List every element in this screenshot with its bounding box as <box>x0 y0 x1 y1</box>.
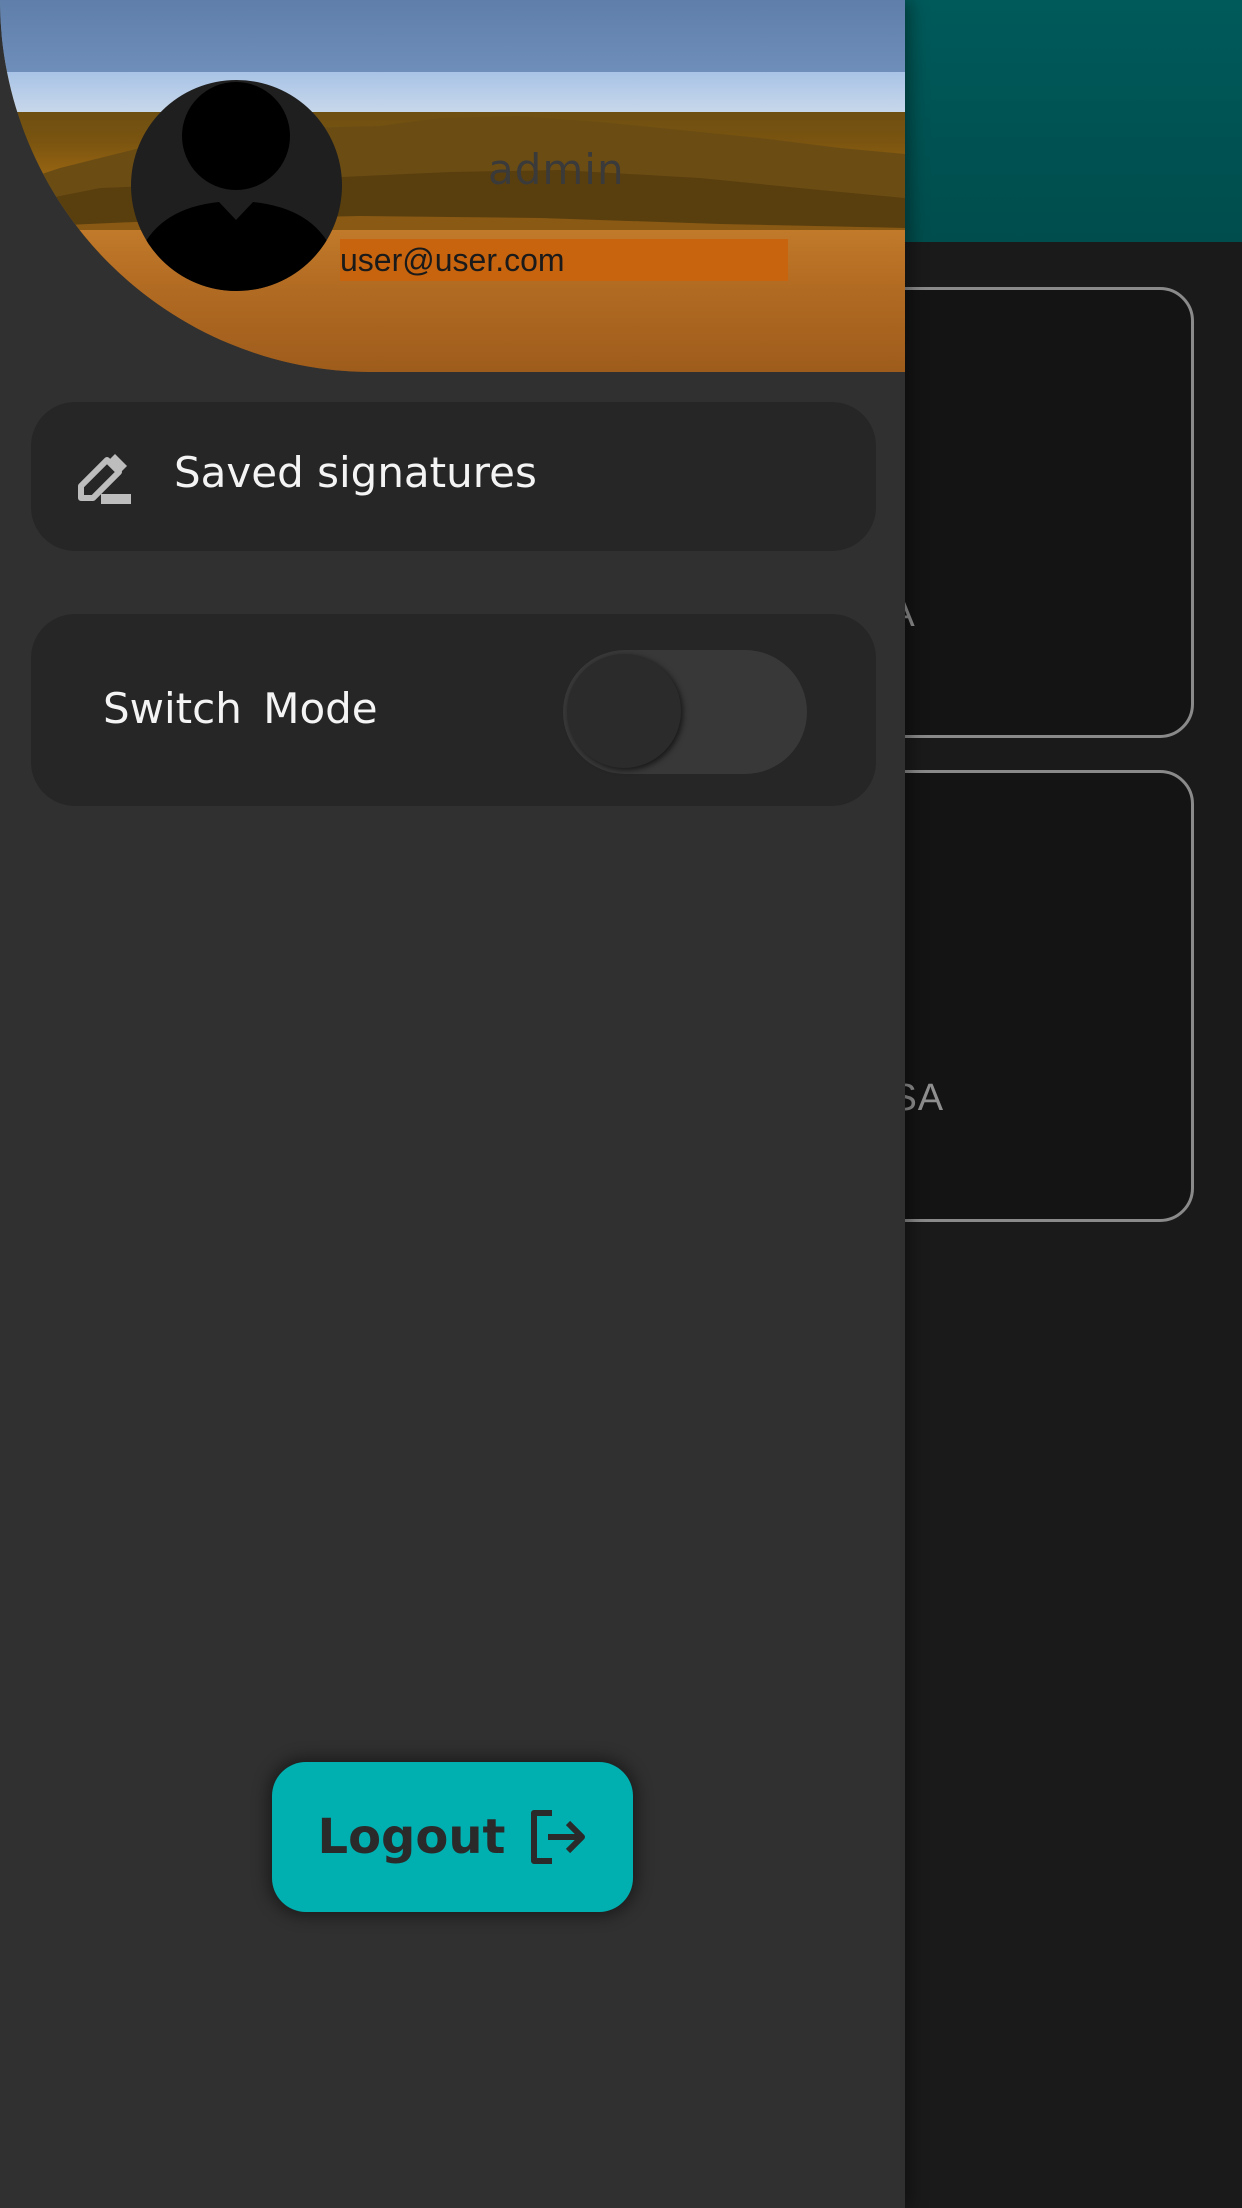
logout-label: Logout <box>317 1809 506 1865</box>
app-screen: SA USA admin user@user.com <box>0 0 1242 2208</box>
user-name: admin <box>488 145 625 194</box>
header-sky <box>0 0 905 72</box>
background-card[interactable]: USA <box>860 770 1194 1222</box>
logout-exit-icon <box>530 1810 585 1864</box>
switch-mode-label: Switch Mode <box>103 684 378 733</box>
saved-signatures-item[interactable]: Saved signatures <box>31 402 876 551</box>
user-silhouette-icon <box>131 82 342 291</box>
logout-button[interactable]: Logout <box>272 1762 633 1912</box>
switch-mode-toggle[interactable] <box>563 650 807 774</box>
header-sky-band <box>0 72 905 112</box>
switch-mode-item: Switch Mode <box>31 614 876 806</box>
user-email: user@user.com <box>340 239 788 281</box>
navigation-drawer: admin user@user.com Saved signatures Swi… <box>0 0 905 2208</box>
toggle-knob <box>567 654 681 768</box>
background-card[interactable]: SA <box>860 287 1194 738</box>
saved-signatures-label: Saved signatures <box>174 448 537 497</box>
pen-edit-icon <box>78 454 131 504</box>
drawer-header: admin user@user.com <box>0 0 905 372</box>
avatar[interactable] <box>131 80 342 291</box>
